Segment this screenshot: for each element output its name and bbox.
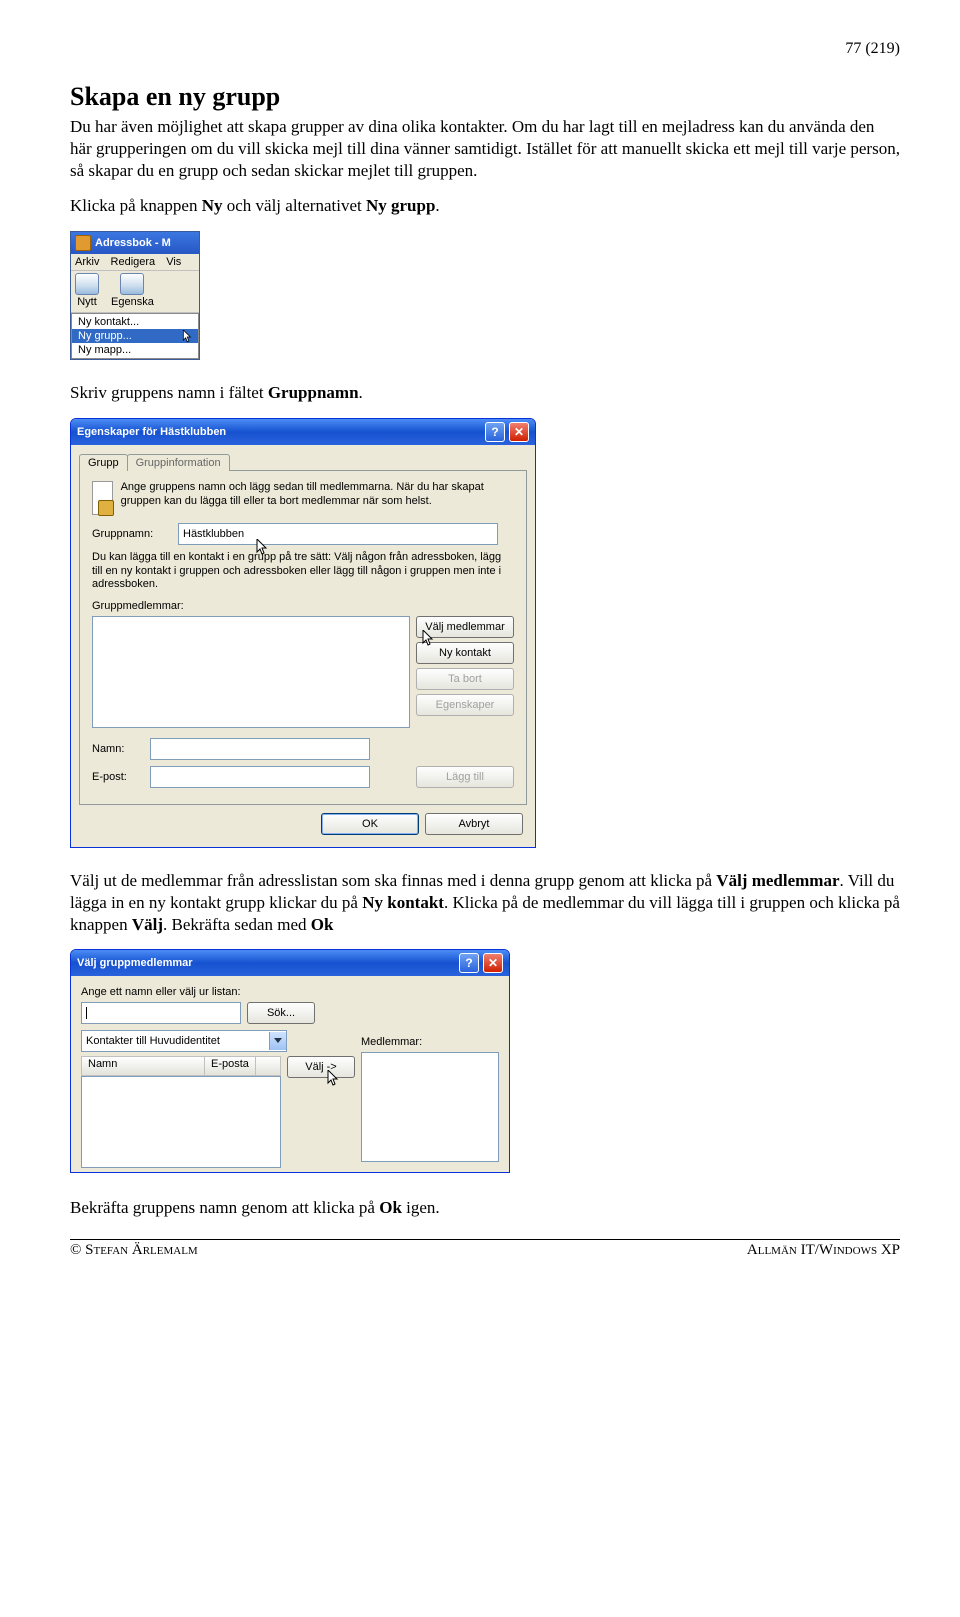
cursor-icon <box>182 330 194 344</box>
label-ange-namn: Ange ett namn eller välj ur listan: <box>81 986 499 998</box>
text: Bekräfta gruppens namn genom att klicka … <box>70 1198 379 1217</box>
bold-ny: Ny <box>202 196 223 215</box>
group-icon <box>92 481 113 515</box>
label-gruppmedlemmar: Gruppmedlemmar: <box>92 600 514 612</box>
list-header: Namn E-posta <box>81 1056 281 1076</box>
footer-section: Allmän IT/Windows XP <box>747 1242 900 1259</box>
footer-copyright: © Stefan Ärlemalm <box>70 1242 198 1259</box>
identity-combo[interactable]: Kontakter till Huvudidentitet <box>81 1030 287 1052</box>
instruction-click-ny: Klicka på knappen Ny och välj alternativ… <box>70 195 900 217</box>
combo-value: Kontakter till Huvudidentitet <box>86 1035 220 1047</box>
close-button[interactable]: ✕ <box>509 422 529 442</box>
instruction-gruppnamn: Skriv gruppens namn i fältet Gruppnamn. <box>70 382 900 404</box>
ok-button[interactable]: OK <box>321 813 419 835</box>
label-medlemmar: Medlemmar: <box>361 1036 499 1048</box>
ny-kontakt-button[interactable]: Ny kontakt <box>416 642 514 664</box>
bold-ok: Ok <box>311 915 334 934</box>
tab-pane-grupp: Ange gruppens namn och lägg sedan till m… <box>79 470 527 805</box>
col-eposta[interactable]: E-posta <box>205 1057 256 1075</box>
egenskaper-button[interactable]: Egenskaper <box>416 694 514 716</box>
window-title: Välj gruppmedlemmar <box>77 957 193 969</box>
input-gruppnamn[interactable]: Hästklubben <box>178 523 498 545</box>
toolbar-egenskaper-button[interactable]: Egenska <box>111 273 154 308</box>
screenshot-egenskaper-dialog: Egenskaper för Hästklubben ? ✕ Grupp Gru… <box>70 418 536 848</box>
instruction-valj-medlemmar: Välj ut de medlemmar från adresslistan s… <box>70 870 900 935</box>
menu-visa[interactable]: Vis <box>166 256 181 268</box>
label-gruppnamn: Gruppnamn: <box>92 528 170 540</box>
menu-arkiv[interactable]: Arkiv <box>75 256 99 268</box>
bold-gruppnamn: Gruppnamn <box>268 383 359 402</box>
text: . <box>435 196 439 215</box>
valj-arrow-button[interactable]: Välj -> <box>287 1056 355 1078</box>
new-contact-icon <box>75 273 99 295</box>
screenshot-adressbok-menu: Adressbok - M Arkiv Redigera Vis Nytt Eg… <box>70 231 200 360</box>
ta-bort-button[interactable]: Ta bort <box>416 668 514 690</box>
window-title: Egenskaper för Hästklubben <box>77 426 226 438</box>
page-number: 77 (219) <box>70 40 900 58</box>
menubar[interactable]: Arkiv Redigera Vis <box>71 254 199 271</box>
input-namn[interactable] <box>150 738 370 760</box>
menu-item-ny-mapp[interactable]: Ny mapp... <box>72 343 198 357</box>
properties-icon <box>120 273 144 295</box>
text: Klicka på knappen <box>70 196 202 215</box>
valj-medlemmar-button[interactable]: Välj medlemmar <box>416 616 514 638</box>
nytt-dropdown: Ny kontakt... Ny grupp... Ny mapp... <box>71 313 199 359</box>
menu-item-ny-grupp[interactable]: Ny grupp... <box>72 329 198 343</box>
group-members-listbox[interactable] <box>92 616 410 728</box>
text: . Bekräfta sedan med <box>163 915 311 934</box>
intro-paragraph: Du har även möjlighet att skapa grupper … <box>70 116 900 181</box>
text: och välj alternativet <box>222 196 366 215</box>
window-titlebar: Egenskaper för Hästklubben ? ✕ <box>71 419 535 445</box>
window-title: Adressbok - M <box>95 237 171 249</box>
group-description: Ange gruppens namn och lägg sedan till m… <box>121 481 514 509</box>
tab-grupp[interactable]: Grupp <box>79 454 128 471</box>
bold-ny-grupp: Ny grupp <box>366 196 435 215</box>
input-value: Hästklubben <box>183 528 244 540</box>
toolbar-nytt-button[interactable]: Nytt <box>75 273 99 308</box>
toolbar: Nytt Egenska <box>71 271 199 313</box>
bold-valj-medlemmar: Välj medlemmar <box>716 871 839 890</box>
close-button[interactable]: ✕ <box>483 953 503 973</box>
lagg-till-button[interactable]: Lägg till <box>416 766 514 788</box>
text-cursor <box>86 1007 87 1019</box>
sok-button[interactable]: Sök... <box>247 1002 315 1024</box>
text: Skriv gruppens namn i fältet <box>70 383 268 402</box>
toolbar-label: Egenska <box>111 296 154 308</box>
text: . <box>359 383 363 402</box>
screenshot-valj-gruppmedlemmar: Välj gruppmedlemmar ? ✕ Ange ett namn el… <box>70 949 510 1173</box>
help-button[interactable]: ? <box>485 422 505 442</box>
input-epost[interactable] <box>150 766 370 788</box>
bold-ny-kontakt: Ny kontakt <box>362 893 444 912</box>
text: igen. <box>402 1198 440 1217</box>
tabs: Grupp Gruppinformation <box>79 454 527 471</box>
avbryt-button[interactable]: Avbryt <box>425 813 523 835</box>
menu-redigera[interactable]: Redigera <box>111 256 156 268</box>
adressbok-icon <box>75 235 91 251</box>
col-namn[interactable]: Namn <box>82 1057 205 1075</box>
window-titlebar: Välj gruppmedlemmar ? ✕ <box>71 950 509 976</box>
toolbar-label: Nytt <box>75 296 99 308</box>
note-text: Du kan lägga till en kontakt i en grupp … <box>92 551 514 592</box>
text: Välj ut de medlemmar från adresslistan s… <box>70 871 716 890</box>
label-namn: Namn: <box>92 743 142 755</box>
bold-valj: Välj <box>132 915 163 934</box>
contacts-list[interactable] <box>81 1076 281 1168</box>
chevron-down-icon[interactable] <box>269 1032 286 1050</box>
instruction-bekrafta: Bekräfta gruppens namn genom att klicka … <box>70 1197 900 1219</box>
input-search[interactable] <box>81 1002 241 1024</box>
label-epost: E-post: <box>92 771 142 783</box>
members-list[interactable] <box>361 1052 499 1162</box>
help-button[interactable]: ? <box>459 953 479 973</box>
bold-ok: Ok <box>379 1198 402 1217</box>
window-titlebar: Adressbok - M <box>71 232 199 254</box>
menu-item-label: Ny grupp... <box>78 330 132 342</box>
page-footer: © Stefan Ärlemalm Allmän IT/Windows XP <box>70 1239 900 1259</box>
heading-skapa-ny-grupp: Skapa en ny grupp <box>70 82 900 112</box>
tab-gruppinformation[interactable]: Gruppinformation <box>127 454 230 471</box>
menu-item-ny-kontakt[interactable]: Ny kontakt... <box>72 315 198 329</box>
